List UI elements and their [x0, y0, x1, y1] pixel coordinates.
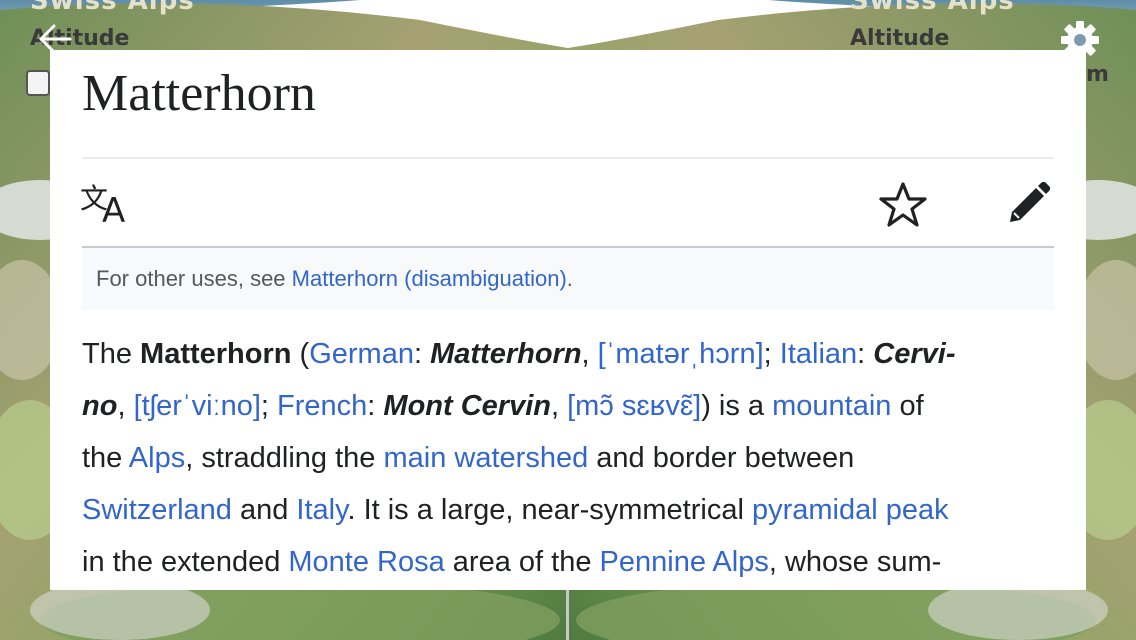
body-text: . It is a large, near-symmetrical [347, 494, 752, 526]
body-text: : [367, 390, 384, 422]
body-text: , straddling the [185, 442, 384, 474]
body-text: ) is a [701, 390, 773, 422]
bold-italic-text: Matterhorn [430, 338, 582, 370]
article-link[interactable]: Monte Rosa [288, 546, 444, 578]
article-link[interactable]: [tʃerˈviːno] [134, 390, 261, 422]
svg-text:A: A [102, 191, 125, 226]
page-title: Matterhorn [82, 65, 316, 122]
article-card: Matterhorn 文 A For other uses, see Matte… [50, 50, 1086, 590]
paragraph-line: no, [tʃerˈviːno]; French: Mont Cervin, [… [82, 380, 1054, 432]
paragraph-line: in the extended Monte Rosa area of the P… [82, 536, 1054, 588]
pencil-icon[interactable] [1004, 180, 1052, 228]
article-link[interactable]: Pennine Alps [600, 546, 769, 578]
body-text: The [82, 338, 141, 370]
body-text: , [550, 390, 568, 422]
article-link[interactable]: German [309, 338, 414, 370]
title-divider [82, 157, 1054, 159]
body-text: in the extended [82, 546, 289, 578]
map-title-right: Swiss Alps [850, 0, 1015, 16]
body-text: and [231, 494, 297, 526]
article-link[interactable]: mountain [772, 390, 891, 422]
article-link[interactable]: [ˈmatərˌhɔrn] [598, 338, 764, 370]
article-body: The Matterhorn (German: Matterhorn, [ˈma… [82, 328, 1054, 588]
bold-italic-text: Mont Cervin [383, 390, 551, 422]
body-text: , whose sum- [768, 546, 942, 578]
paragraph-line: The Matterhorn (German: Matterhorn, [ˈma… [82, 328, 1054, 380]
article-link[interactable]: Alps [129, 442, 185, 474]
body-text: area of the [444, 546, 600, 578]
body-text: and border between [588, 442, 855, 474]
article-link[interactable]: Switzerland [82, 494, 232, 526]
body-text: ; [763, 338, 780, 370]
body-text: of [891, 390, 924, 422]
paragraph-line: Switzerland and Italy. It is a large, ne… [82, 484, 1054, 536]
body-text: : [857, 338, 874, 370]
body-text: : [413, 338, 431, 370]
article-link[interactable]: Italian [780, 338, 857, 370]
body-text: the [82, 442, 129, 474]
article-link[interactable]: main watershed [384, 442, 589, 474]
body-text: , [581, 338, 598, 370]
article-link[interactable]: pyramidal peak [752, 494, 949, 526]
map-title-left: Swiss Alps [30, 0, 195, 16]
article-link[interactable]: French [277, 390, 367, 422]
article-link[interactable]: Italy [296, 494, 347, 526]
body-text: ; [260, 390, 278, 422]
body-text: ( [291, 338, 310, 370]
translate-icon[interactable]: 文 A [80, 178, 134, 231]
disambiguation-link[interactable]: Matterhorn (disambiguation) [292, 266, 567, 291]
bold-italic-text: Cervi- [873, 338, 956, 370]
bold-text: Matterhorn [140, 338, 292, 370]
altitude-checkbox-left[interactable] [26, 70, 50, 96]
hatnote-prefix: For other uses, see [96, 266, 292, 291]
hatnote-suffix: . [566, 266, 573, 291]
paragraph-line: the Alps, straddling the main watershed … [82, 432, 1054, 484]
bold-italic-text: no [82, 390, 118, 422]
stereo-divider [566, 588, 569, 640]
hatnote: For other uses, see Matterhorn (disambig… [82, 248, 1054, 310]
altitude-unit-right: m [1086, 62, 1109, 87]
body-text: , [117, 390, 134, 422]
article-link[interactable]: [mɔ̃ sɛʁvɛ̃] [567, 390, 701, 422]
star-icon[interactable] [878, 180, 928, 230]
altitude-label-right: Altitude [850, 26, 950, 51]
